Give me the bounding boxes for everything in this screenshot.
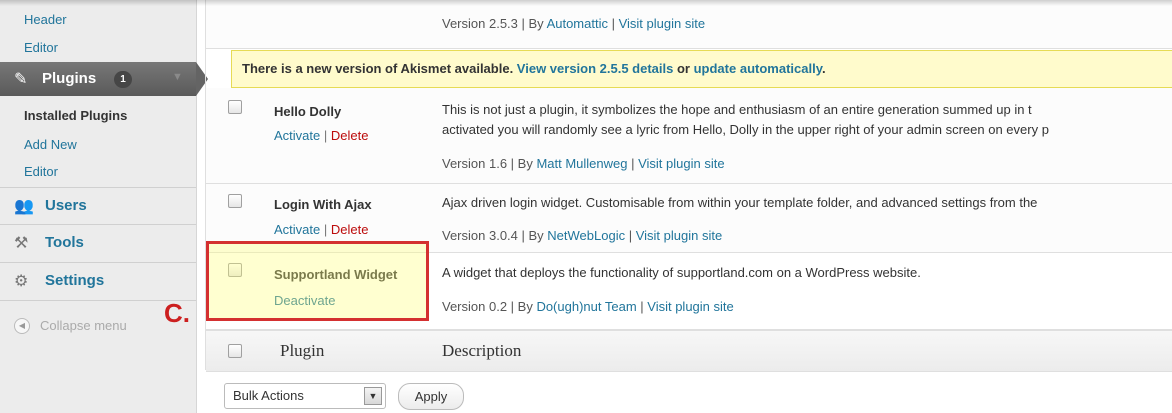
activate-link[interactable]: Activate — [274, 222, 320, 237]
plugin-checkbox[interactable] — [228, 100, 242, 114]
table-row-akismet: Version 2.5.3 | By Automattic | Visit pl… — [206, 0, 1172, 49]
plugin-description: A widget that deploys the functionality … — [442, 265, 921, 280]
delete-link[interactable]: Delete — [331, 222, 369, 237]
sidebar-item-label: Users — [45, 197, 87, 214]
plug-icon: ✎ — [14, 71, 28, 88]
plugin-checkbox[interactable] — [228, 194, 242, 208]
sidebar-item-settings[interactable]: ⚙ Settings — [0, 263, 196, 299]
column-header-plugin: Plugin — [280, 341, 325, 360]
delete-link[interactable]: Delete — [331, 128, 369, 143]
plugins-main: Version 2.5.3 | By Automattic | Visit pl… — [197, 0, 1172, 413]
sidebar-item-users[interactable]: 👥 Users — [0, 188, 196, 224]
author-link[interactable]: Automattic — [547, 16, 608, 31]
plugin-description-line-1: This is not just a plugin, it symbolizes… — [442, 102, 1032, 117]
bulk-actions-select[interactable]: Bulk Actions ▼ — [224, 383, 386, 409]
sidebar-item-tools[interactable]: ⚒ Tools — [0, 225, 196, 261]
plugin-checkbox[interactable] — [228, 263, 242, 277]
sidebar-item-label: Plugins — [42, 70, 97, 87]
sidebar-item-header[interactable]: Header — [24, 12, 67, 27]
collapse-arrow-icon: ◀ — [14, 318, 30, 334]
separator: | — [320, 128, 331, 143]
plugin-actions: Activate | Delete — [274, 222, 368, 237]
apply-button[interactable]: Apply — [398, 383, 464, 410]
version-text: Version 1.6 | By — [442, 156, 537, 171]
update-automatically-link[interactable]: update automatically — [694, 61, 822, 76]
plugin-version-line: Version 3.0.4 | By NetWebLogic | Visit p… — [442, 228, 722, 243]
column-header-description: Description — [442, 341, 522, 360]
notice-or: or — [673, 61, 694, 76]
table-row-hello-dolly: Hello Dolly Activate | Delete This is no… — [206, 88, 1172, 184]
separator: | — [607, 16, 619, 31]
update-count-badge: 1 — [114, 71, 132, 88]
sidebar-item-label: Settings — [45, 272, 105, 289]
deactivate-link[interactable]: Deactivate — [274, 293, 335, 308]
plugin-actions: Activate | Delete — [274, 128, 368, 143]
plugin-name: Supportland Widget — [274, 267, 398, 282]
view-details-link[interactable]: View version 2.5.5 details — [517, 61, 674, 76]
chevron-down-icon[interactable]: ▼ — [172, 71, 183, 83]
plugin-version-line: Version 0.2 | By Do(ugh)nut Team | Visit… — [442, 299, 734, 314]
tools-icon: ⚒ — [14, 235, 29, 252]
callout-letter: C. — [164, 298, 190, 328]
sidebar-item-label: Tools — [45, 234, 84, 251]
settings-icon: ⚙ — [14, 273, 29, 290]
separator: | — [320, 222, 331, 237]
table-footer: Plugin Description — [206, 330, 1172, 372]
plugin-site-link[interactable]: Visit plugin site — [619, 16, 705, 31]
plugin-description-line-2: activated you will randomly see a lyric … — [442, 122, 1049, 137]
sidebar-item-plugins[interactable]: ✎ Plugins 1 ▼ — [0, 62, 196, 96]
bulk-actions-value: Bulk Actions — [233, 388, 304, 403]
sidebar-item-editor[interactable]: Editor — [24, 164, 58, 179]
plugin-actions: Deactivate — [274, 293, 335, 308]
admin-sidebar: Header Editor ✎ Plugins 1 ▼ Installed Pl… — [0, 0, 197, 413]
sidebar-item-add-new[interactable]: Add New — [24, 137, 77, 152]
chevron-down-icon[interactable]: ▼ — [364, 387, 382, 405]
separator: | — [625, 228, 636, 243]
version-text: Version 0.2 | By — [442, 299, 537, 314]
collapse-menu-label: Collapse menu — [40, 318, 127, 333]
version-text: Version 2.5.3 | By — [442, 16, 547, 31]
select-all-checkbox[interactable] — [228, 344, 242, 358]
author-link[interactable]: Matt Mullenweg — [536, 156, 627, 171]
separator: | — [627, 156, 639, 171]
plugin-description: Ajax driven login widget. Customisable f… — [442, 195, 1038, 210]
update-notice-text: There is a new version of Akismet availa… — [242, 61, 826, 76]
author-link[interactable]: NetWebLogic — [547, 228, 625, 243]
plugin-name: Login With Ajax — [274, 197, 372, 212]
table-row-login-with-ajax: Login With Ajax Activate | Delete Ajax d… — [206, 184, 1172, 253]
plugin-site-link[interactable]: Visit plugin site — [636, 228, 722, 243]
plugins-table: Version 2.5.3 | By Automattic | Visit pl… — [205, 0, 1172, 372]
sidebar-item-editor-appearance[interactable]: Editor — [24, 40, 58, 55]
notice-text: There is a new version of Akismet availa… — [242, 61, 517, 76]
table-row-supportland-widget: Supportland Widget Deactivate A widget t… — [206, 253, 1172, 330]
plugin-name: Hello Dolly — [274, 104, 342, 119]
update-notice: There is a new version of Akismet availa… — [231, 50, 1172, 88]
plugin-site-link[interactable]: Visit plugin site — [638, 156, 724, 171]
sidebar-item-installed-plugins[interactable]: Installed Plugins — [24, 108, 127, 123]
plugin-site-link[interactable]: Visit plugin site — [647, 299, 733, 314]
top-shadow — [0, 0, 1172, 6]
users-icon: 👥 — [14, 198, 34, 215]
plugin-version-line: Version 2.5.3 | By Automattic | Visit pl… — [442, 16, 705, 31]
separator: | — [636, 299, 648, 314]
version-text: Version 3.0.4 | By — [442, 228, 548, 243]
activate-link[interactable]: Activate — [274, 128, 320, 143]
notice-end: . — [821, 61, 826, 76]
author-link[interactable]: Do(ugh)nut Team — [536, 299, 636, 314]
plugin-version-line: Version 1.6 | By Matt Mullenweg | Visit … — [442, 156, 725, 171]
